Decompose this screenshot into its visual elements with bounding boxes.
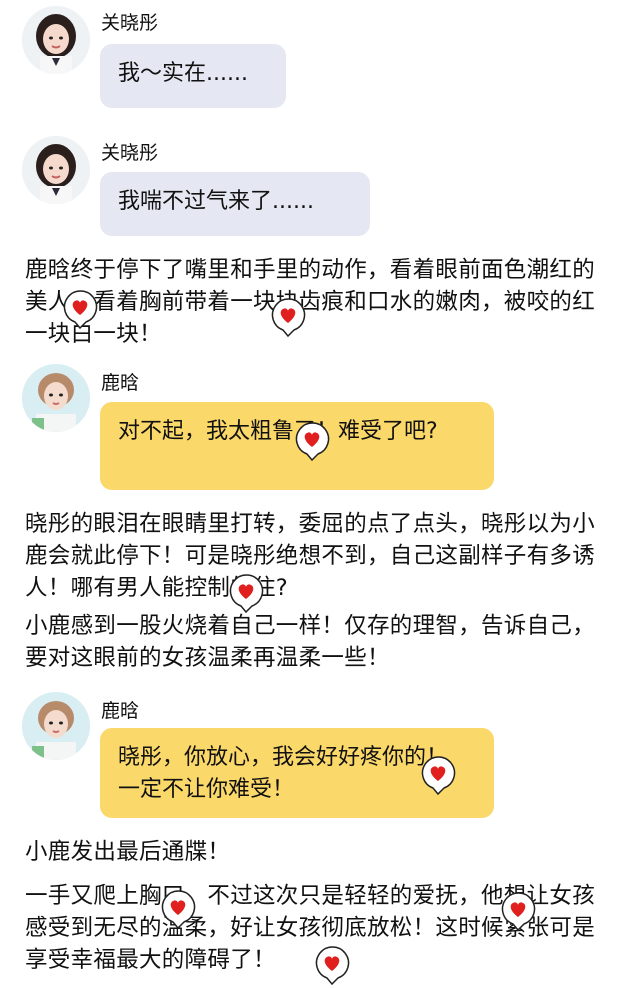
avatar-lu[interactable]: [22, 692, 90, 760]
heart-sticker-icon: [229, 574, 264, 614]
avatar-lu-icon: [22, 364, 90, 432]
avatar-guan-icon: [22, 6, 90, 74]
sender-name: 关晓彤: [101, 142, 159, 164]
avatar-guan[interactable]: [22, 6, 90, 74]
narration-paragraph: 鹿晗终于停下了嘴里和手里的动作，看着眼前面色潮红的美人，看着胸前带着一块块齿痕和…: [25, 257, 596, 347]
heart-sticker-icon: [315, 946, 350, 986]
sender-name: 关晓彤: [101, 12, 159, 34]
heart-sticker-icon: [271, 298, 306, 338]
avatar-lu-icon: [22, 692, 90, 760]
sender-name: 鹿晗: [101, 372, 140, 394]
chat-bubble[interactable]: 我喘不过气来了......: [100, 172, 370, 236]
heart-sticker-icon: [161, 890, 196, 930]
heart-sticker-icon: [63, 290, 98, 330]
heart-sticker-icon: [295, 422, 330, 462]
chat-bubble[interactable]: 我～实在......: [100, 44, 286, 108]
heart-sticker-icon: [501, 892, 536, 932]
narration-paragraph: 小鹿感到一股火烧着自己一样！仅存的理智，告诉自己，要对这眼前的女孩温柔再温柔一些…: [25, 613, 596, 671]
avatar-guan[interactable]: [22, 136, 90, 204]
narration-paragraph: 晓彤的眼泪在眼睛里打转，委屈的点了点头，晓彤以为小鹿会就此停下！可是晓彤绝想不到…: [25, 511, 596, 601]
heart-sticker-icon: [421, 756, 456, 796]
narration-paragraph: 小鹿发出最后通牒！: [25, 839, 231, 865]
sender-name: 鹿晗: [101, 700, 140, 722]
avatar-guan-icon: [22, 136, 90, 204]
avatar-lu[interactable]: [22, 364, 90, 432]
